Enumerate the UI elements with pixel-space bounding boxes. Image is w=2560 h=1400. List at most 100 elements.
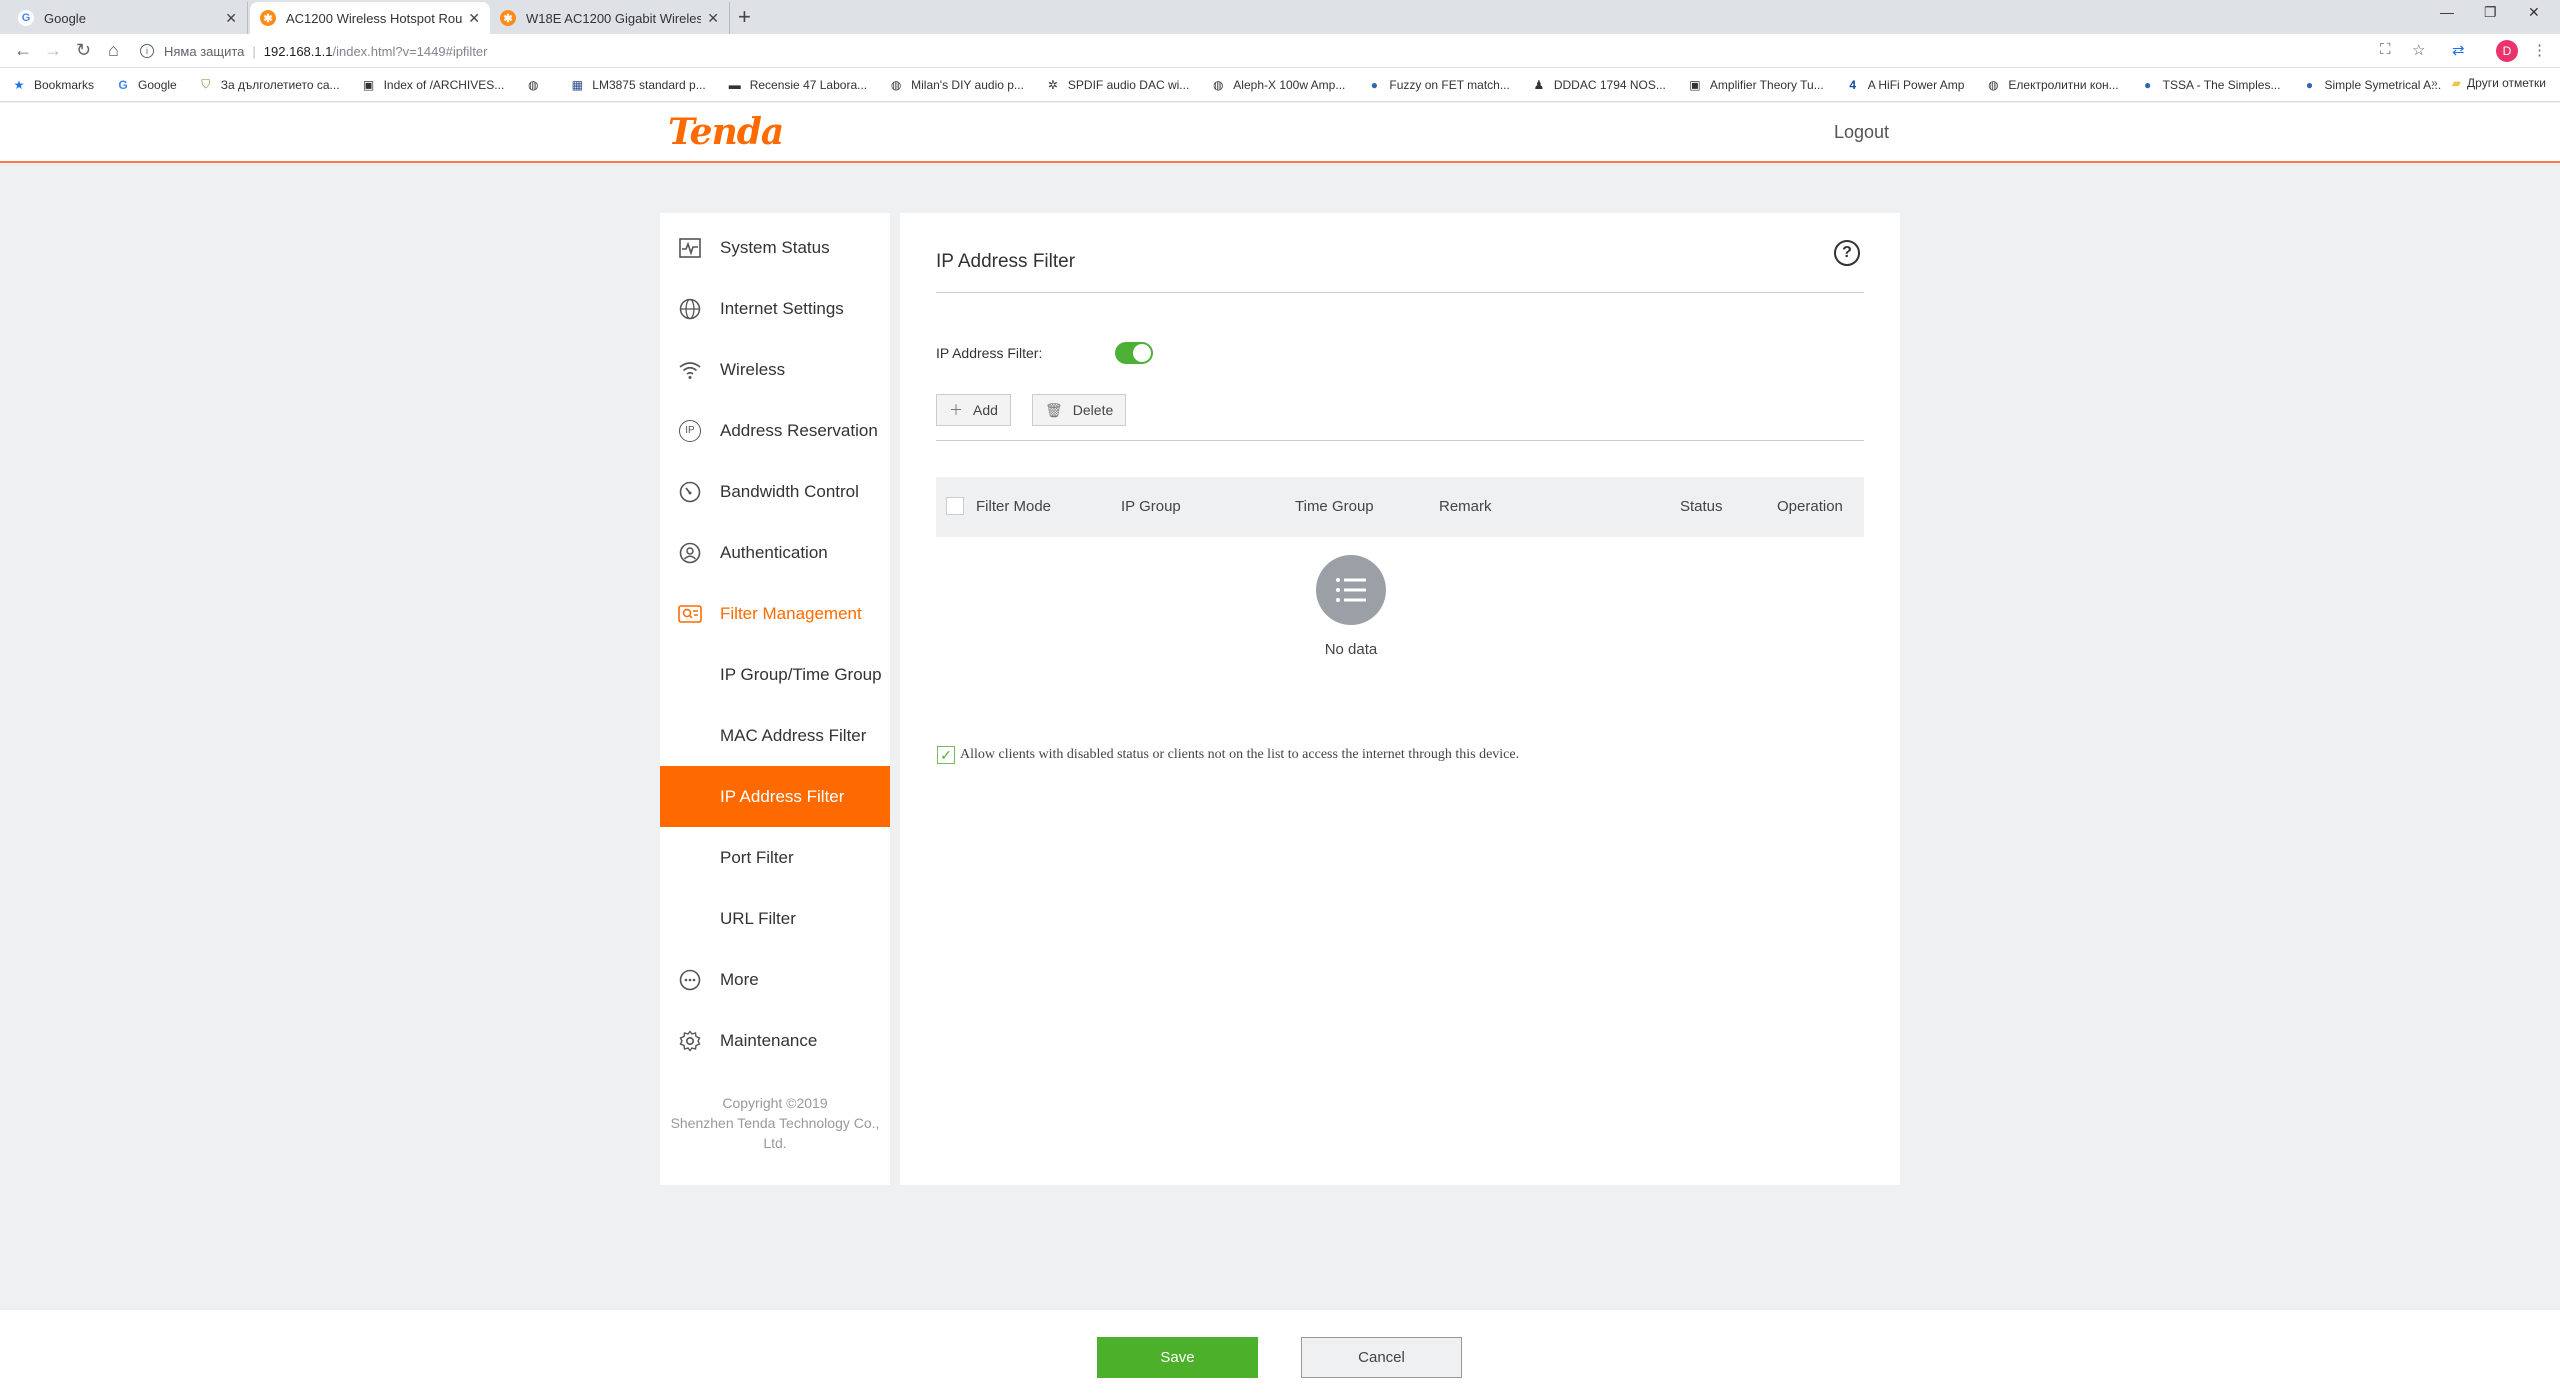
bookmark-item[interactable]: ▣ Amplifier Theory Tu...: [1688, 78, 1824, 92]
help-icon[interactable]: ?: [1834, 240, 1860, 266]
avatar[interactable]: D: [2496, 40, 2518, 62]
bookmark-item[interactable]: ★ Bookmarks: [12, 78, 94, 92]
bookmark-item[interactable]: ▬ Recensie 47 Labora...: [728, 78, 867, 92]
sidebar-item-more[interactable]: More: [660, 949, 890, 1010]
bookmark-item[interactable]: ● Fuzzy on FET match...: [1367, 77, 1510, 92]
cancel-button[interactable]: Cancel: [1301, 1337, 1462, 1378]
bookmark-label: Index of /ARCHIVES...: [383, 77, 505, 92]
trash-icon: 🗑: [1045, 401, 1063, 418]
allow-clients-label: Allow clients with disabled status or cl…: [960, 747, 1520, 762]
close-icon[interactable]: ✕: [468, 10, 480, 27]
forum-icon: ●: [2144, 77, 2152, 92]
sidebar-item-label: Wireless: [720, 359, 786, 379]
save-button[interactable]: Save: [1097, 1337, 1258, 1378]
minimize-icon[interactable]: —: [2440, 4, 2454, 20]
globe-icon: ◍: [528, 77, 539, 92]
globe-icon: [678, 297, 702, 321]
image-icon: ▬: [728, 77, 741, 92]
translate-icon[interactable]: ⛶: [2380, 41, 2391, 58]
bookmark-item[interactable]: G Google: [116, 77, 176, 92]
star-icon[interactable]: ☆: [2412, 41, 2425, 59]
chevron-right-icon[interactable]: »: [2431, 76, 2438, 90]
bookmark-item[interactable]: ◍: [526, 78, 548, 92]
google-icon: G: [118, 77, 128, 92]
tab-title: AC1200 Wireless Hotspot Router: [286, 10, 463, 26]
wifi-icon: [678, 358, 702, 382]
copyright: Copyright ©2019 Shenzhen Tenda Technolog…: [660, 1093, 890, 1153]
bookmark-label: Bookmarks: [34, 77, 95, 92]
home-icon[interactable]: ⌂: [108, 40, 119, 61]
main-panel: IP Address Filter ? IP Address Filter: ＋…: [900, 213, 1900, 1185]
users-icon: ♟: [1533, 77, 1545, 92]
browser-tab-router[interactable]: ✱ AC1200 Wireless Hotspot Router ✕: [250, 2, 490, 34]
bookmark-label: Amplifier Theory Tu...: [1709, 77, 1824, 92]
bookmark-item[interactable]: ▣ Index of /ARCHIVES...: [362, 77, 505, 92]
sidebar-item-wireless[interactable]: Wireless: [660, 339, 890, 400]
close-icon[interactable]: ✕: [225, 10, 237, 27]
bookmark-label: За дълголетието са...: [220, 77, 340, 92]
sidebar-item-authentication[interactable]: Authentication: [660, 522, 890, 583]
allow-clients-checkbox[interactable]: ✓: [937, 746, 955, 764]
sidebar-item-port-filter[interactable]: Port Filter: [660, 827, 890, 888]
tab-title: Google: [44, 10, 86, 26]
add-button[interactable]: ＋ Add: [936, 394, 1011, 426]
select-all-checkbox[interactable]: [946, 497, 964, 515]
bookmark-item[interactable]: ▦ LM3875 standard p...: [570, 77, 706, 92]
close-icon[interactable]: ✕: [707, 10, 719, 27]
filter-icon: [678, 602, 702, 626]
bookmark-label: LM3875 standard p...: [592, 77, 706, 92]
reload-icon[interactable]: ↻: [76, 40, 91, 61]
table-header: Filter Mode IP Group Time Group Remark S…: [936, 477, 1864, 537]
sidebar-item-system-status[interactable]: System Status: [660, 217, 890, 278]
gear-icon: [678, 1029, 702, 1053]
other-bookmarks[interactable]: » ▰ Други отметки: [2431, 76, 2546, 90]
gauge-icon: [678, 480, 702, 504]
shield-icon: ⛉: [201, 77, 211, 91]
bookmark-item[interactable]: ◍ Aleph-X 100w Amp...: [1211, 78, 1345, 92]
bookmark-item[interactable]: ● TSSA - The Simples...: [2141, 77, 2280, 92]
sidebar-item-ip-address-filter[interactable]: IP Address Filter: [660, 766, 890, 827]
sidebar-item-label: System Status: [720, 237, 830, 257]
folder-icon: ▰: [2451, 76, 2462, 90]
bookmark-item[interactable]: 4 A HiFi Power Amp: [1846, 78, 1964, 92]
logout-link[interactable]: Logout: [1834, 122, 1889, 143]
sidebar-item-ip-group-time-group[interactable]: IP Group/Time Group: [660, 644, 890, 705]
ip-filter-toggle[interactable]: [1115, 342, 1153, 364]
forum-icon: ●: [1370, 77, 1378, 92]
column-header-time-group: Time Group: [1295, 498, 1374, 515]
bookmark-item[interactable]: ⛉ За дълголетието са...: [199, 77, 340, 92]
extension-translate-icon[interactable]: ⇄: [2452, 41, 2465, 59]
bookmark-item[interactable]: ✲ SPDIF audio DAC wi...: [1046, 78, 1189, 92]
forward-icon[interactable]: →: [44, 40, 62, 61]
sidebar-item-mac-address-filter[interactable]: MAC Address Filter: [660, 705, 890, 766]
user-icon: [678, 541, 702, 565]
delete-label: Delete: [1072, 402, 1114, 418]
sidebar-item-filter-management[interactable]: Filter Management: [660, 583, 890, 644]
bookmark-item[interactable]: ◍ Електролитни кон...: [1986, 78, 2118, 92]
url-input[interactable]: i Няма защита | 192.168.1.1 /index.html?…: [140, 39, 2340, 63]
restore-icon[interactable]: ❐: [2484, 4, 2497, 21]
new-tab-icon[interactable]: +: [738, 4, 751, 30]
more-icon: [678, 968, 702, 992]
window-close-icon[interactable]: ✕: [2528, 4, 2540, 21]
browser-tab-google[interactable]: G Google ✕: [8, 2, 248, 34]
sidebar-item-label: IP Group/Time Group: [720, 664, 882, 684]
bookmark-item[interactable]: ♟ DDDAC 1794 NOS...: [1532, 77, 1665, 92]
back-icon[interactable]: ←: [14, 40, 32, 61]
sidebar-item-address-reservation[interactable]: IP Address Reservation: [660, 400, 890, 461]
url-separator: |: [252, 43, 256, 59]
sidebar-item-maintenance[interactable]: Maintenance: [660, 1010, 890, 1071]
sidebar-item-internet-settings[interactable]: Internet Settings: [660, 278, 890, 339]
bookmark-item[interactable]: ● Simple Symetrical A...: [2302, 78, 2441, 92]
menu-icon[interactable]: ⋮: [2532, 41, 2547, 59]
sidebar-item-url-filter[interactable]: URL Filter: [660, 888, 890, 949]
browser-tab-w18e[interactable]: ✱ W18E AC1200 Gigabit Wireless H ✕: [490, 2, 730, 34]
toggle-knob: [1133, 344, 1151, 362]
bookmark-item[interactable]: ◍ Milan's DIY audio p...: [889, 78, 1024, 92]
page-title: IP Address Filter: [936, 251, 1076, 272]
delete-button[interactable]: 🗑 Delete: [1032, 394, 1127, 426]
plus-icon: ＋: [949, 402, 963, 418]
sidebar-item-bandwidth-control[interactable]: Bandwidth Control: [660, 461, 890, 522]
info-icon[interactable]: i: [140, 44, 154, 58]
tenda-icon: ✱: [500, 10, 516, 26]
